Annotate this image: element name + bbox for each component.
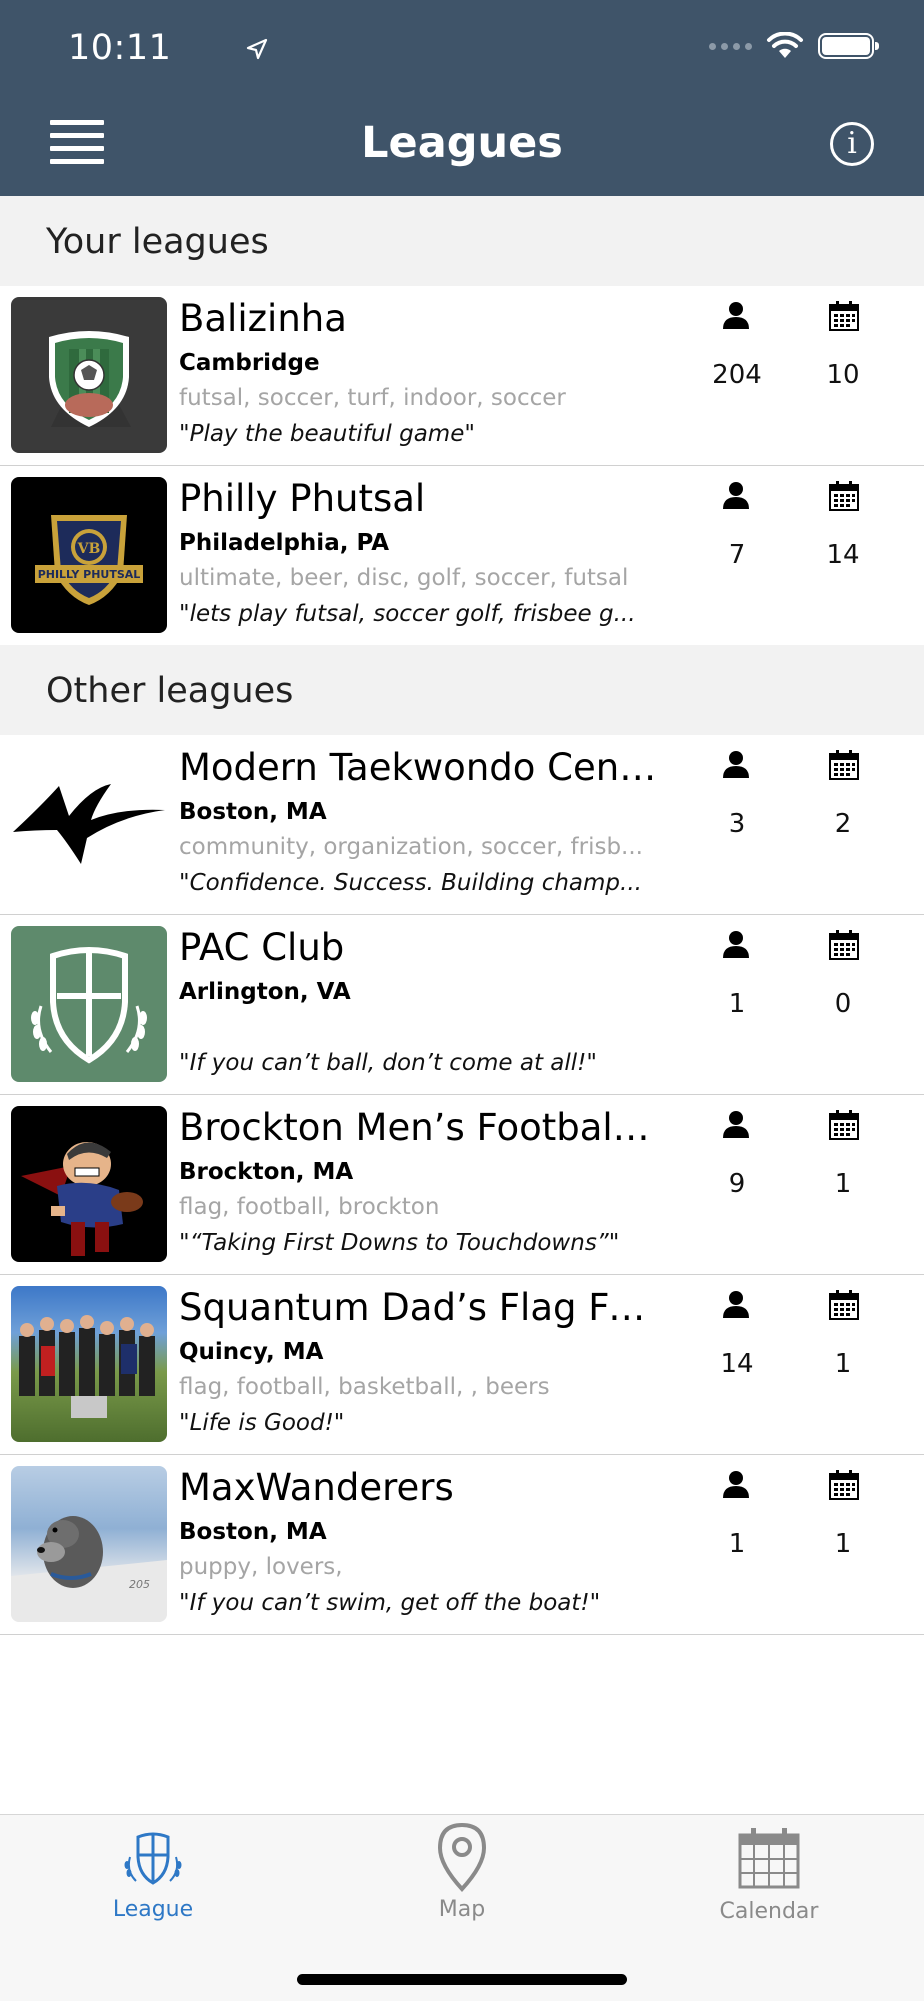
map-pin-icon (437, 1822, 487, 1892)
league-row-balizinha[interactable]: Balizinha Cambridge futsal, soccer, turf… (0, 286, 924, 466)
league-row-squantum[interactable]: Squantum Dad’s Flag Foo... Quincy, MA fl… (0, 1275, 924, 1455)
shield-icon (124, 1832, 182, 1885)
league-motto: "If you can’t swim, get off the boat!" (179, 1590, 601, 1616)
league-city: Quincy, MA (179, 1339, 324, 1365)
tab-label: Map (438, 1897, 486, 1922)
signal-icon (709, 42, 752, 50)
league-name: Balizinha (179, 297, 347, 340)
wifi-icon (767, 32, 803, 58)
league-logo-pac-club (11, 926, 167, 1082)
league-city: Philadelphia, PA (179, 530, 389, 556)
league-row-brockton[interactable]: Brockton Men’s Football L... Brockton, M… (0, 1095, 924, 1275)
members-icon (723, 302, 749, 329)
league-row-modern-taekwondo[interactable]: Modern Taekwondo Center Boston, MA commu… (0, 735, 924, 915)
league-name: MaxWanderers (179, 1466, 454, 1509)
members-icon (723, 1111, 749, 1138)
members-count: 1 (728, 989, 746, 1019)
tab-label: Calendar (719, 1899, 819, 1924)
league-tags: flag, football, brockton (179, 1194, 440, 1220)
status-icons (709, 32, 879, 60)
league-tags: community, organization, soccer, frisb..… (179, 834, 643, 860)
tab-league[interactable]: League (53, 1815, 253, 1922)
events-icon (829, 481, 859, 511)
events-icon (829, 1110, 859, 1140)
tab-bar: League Map Calendar (0, 1814, 924, 2001)
league-name: Modern Taekwondo Center (179, 746, 659, 789)
members-count: 7 (728, 540, 746, 570)
league-name: Brockton Men’s Football L... (179, 1106, 659, 1149)
league-tags: flag, football, basketball, , beers (179, 1374, 550, 1400)
league-motto: "Confidence. Success. Building champ... (179, 870, 642, 896)
events-icon (829, 301, 859, 331)
league-name: PAC Club (179, 926, 345, 969)
league-city: Arlington, VA (179, 979, 351, 1005)
events-count: 2 (834, 809, 852, 839)
league-motto: "If you can’t ball, don’t come at all!" (179, 1050, 597, 1076)
league-tags: futsal, soccer, turf, indoor, soccer (179, 385, 566, 411)
svg-text:205: 205 (129, 1578, 150, 1591)
league-logo-balizinha (11, 297, 167, 453)
members-count: 204 (712, 360, 762, 390)
page-title: Leagues (361, 118, 563, 168)
events-icon (829, 750, 859, 780)
info-icon: i (847, 126, 857, 161)
members-icon (723, 482, 749, 509)
league-name: Philly Phutsal (179, 477, 426, 520)
league-motto: "Play the beautiful game" (179, 421, 475, 447)
events-count: 1 (834, 1529, 852, 1559)
members-count: 9 (728, 1169, 746, 1199)
members-icon (723, 1291, 749, 1318)
league-row-philly-phutsal[interactable]: VB PHILLY PHUTSAL Philly Phutsal Philade… (0, 466, 924, 645)
members-icon (723, 931, 749, 958)
members-icon (723, 1471, 749, 1498)
league-logo-brockton (11, 1106, 167, 1262)
league-city: Cambridge (179, 350, 320, 376)
events-count: 14 (826, 540, 860, 570)
battery-icon (818, 33, 879, 59)
league-name: Squantum Dad’s Flag Foo... (179, 1286, 659, 1329)
events-icon (829, 1470, 859, 1500)
events-icon (829, 930, 859, 960)
status-time: 10:11 (68, 28, 268, 68)
league-tags: puppy, lovers, (179, 1554, 343, 1580)
league-city: Brockton, MA (179, 1159, 354, 1185)
tab-calendar[interactable]: Calendar (669, 1815, 869, 1924)
league-tags: ultimate, beer, disc, golf, soccer, futs… (179, 565, 629, 591)
nav-header: 10:11 Leagues i (0, 0, 924, 196)
status-time-text: 10:11 (68, 28, 172, 68)
league-logo-modern-taekwondo (11, 746, 167, 902)
league-logo-philly-phutsal: VB PHILLY PHUTSAL (11, 477, 167, 633)
location-arrow-icon (246, 38, 268, 60)
league-city: Boston, MA (179, 1519, 327, 1545)
events-icon (829, 1290, 859, 1320)
league-motto: "Life is Good!" (179, 1410, 345, 1436)
svg-text:VB: VB (77, 541, 101, 557)
calendar-icon (738, 1828, 800, 1889)
events-count: 0 (834, 989, 852, 1019)
section-title: Your leagues (46, 222, 269, 262)
league-row-pac-club[interactable]: PAC Club Arlington, VA "If you can’t bal… (0, 915, 924, 1095)
leagues-list: Your leagues Balizinha Cambridge futsal,… (0, 196, 924, 1635)
members-count: 3 (728, 809, 746, 839)
members-count: 14 (720, 1349, 754, 1379)
section-header-your-leagues: Your leagues (0, 196, 924, 286)
league-photo-maxwanderers: 205 (11, 1466, 167, 1622)
events-count: 10 (826, 360, 860, 390)
section-title: Other leagues (46, 671, 294, 711)
home-indicator[interactable] (297, 1974, 627, 1985)
svg-text:PHILLY PHUTSAL: PHILLY PHUTSAL (38, 568, 141, 581)
events-count: 1 (834, 1349, 852, 1379)
section-header-other-leagues: Other leagues (0, 645, 924, 735)
info-button[interactable]: i (830, 122, 874, 166)
tab-map[interactable]: Map (362, 1815, 562, 1922)
league-motto: "“Taking First Downs to Touchdowns”" (179, 1230, 620, 1256)
league-row-maxwanderers[interactable]: 205 MaxWanderers Boston, MA puppy, lover… (0, 1455, 924, 1635)
tab-label: League (112, 1897, 194, 1922)
events-count: 1 (834, 1169, 852, 1199)
league-photo-squantum (11, 1286, 167, 1442)
members-count: 1 (728, 1529, 746, 1559)
members-icon (723, 751, 749, 778)
league-motto: "lets play futsal, soccer golf, frisbee … (179, 601, 636, 627)
league-city: Boston, MA (179, 799, 327, 825)
